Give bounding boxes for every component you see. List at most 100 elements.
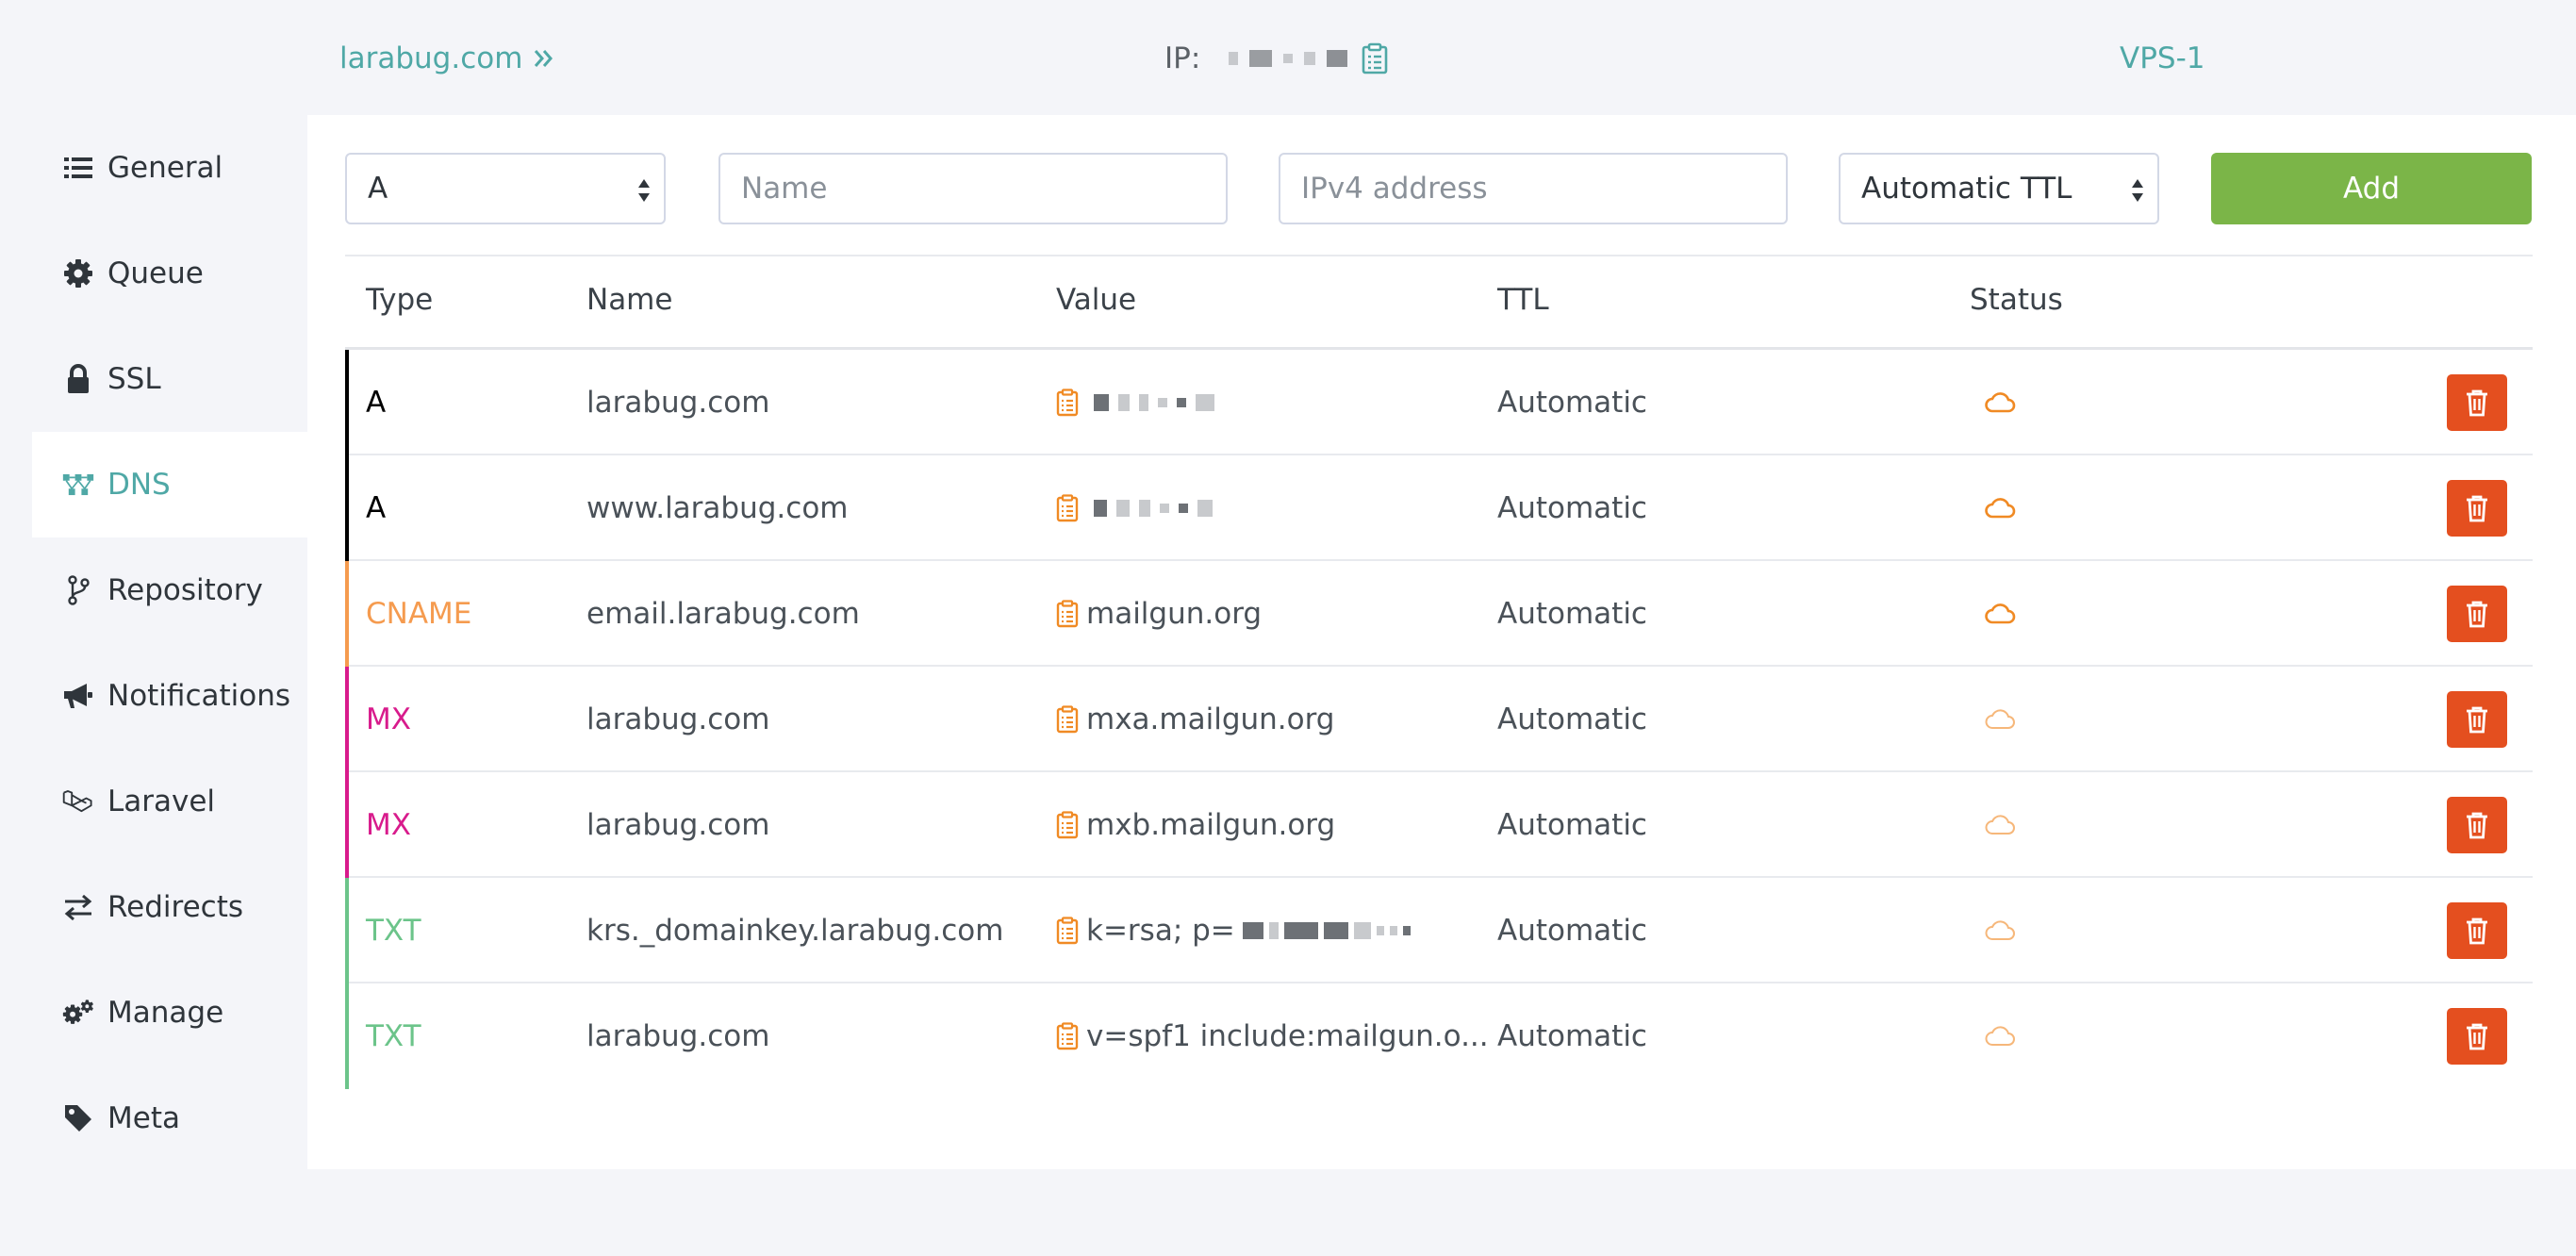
record-name: krs._domainkey.larabug.com <box>586 914 1004 948</box>
sidebar-item-redirects[interactable]: Redirects <box>32 854 307 960</box>
record-value-text: mxb.mailgun.org <box>1086 808 1336 842</box>
ttl-select[interactable]: Automatic TTL <box>1839 153 2159 224</box>
cloud-dns-only-icon[interactable] <box>1984 814 2016 836</box>
record-type-select[interactable]: A <box>345 153 666 224</box>
select-arrows-icon <box>638 179 650 202</box>
sidebar-item-manage[interactable]: Manage <box>32 960 307 1066</box>
record-status[interactable] <box>1984 667 2016 772</box>
delete-record-button[interactable] <box>2447 480 2507 537</box>
delete-cell <box>2447 878 2507 983</box>
delete-cell <box>2447 561 2507 667</box>
record-value-text: v=spf1 include:mailgun.o... <box>1086 1019 1489 1053</box>
record-status[interactable] <box>1984 983 2016 1089</box>
record-type: A <box>366 491 387 525</box>
sidebar-item-notifications[interactable]: Notifications <box>32 643 307 749</box>
delete-record-button[interactable] <box>2447 691 2507 748</box>
copy-clipboard-icon[interactable] <box>1361 42 1389 74</box>
sidebar-item-ssl[interactable]: SSL <box>32 326 307 432</box>
record-type-indicator <box>345 561 349 667</box>
record-value: v=spf1 include:mailgun.o... <box>1056 983 1489 1089</box>
masked-ip-address <box>1229 50 1348 67</box>
double-chevron-right-icon <box>535 50 553 67</box>
copy-clipboard-icon[interactable] <box>1056 705 1079 734</box>
breadcrumb[interactable]: larabug.com <box>339 41 556 75</box>
copy-clipboard-icon[interactable] <box>1056 494 1079 522</box>
copy-clipboard-icon[interactable] <box>1056 811 1079 839</box>
cloud-dns-only-icon[interactable] <box>1984 708 2016 731</box>
copy-clipboard-icon[interactable] <box>1056 600 1079 628</box>
sidebar-item-meta[interactable]: Meta <box>32 1066 307 1171</box>
sidebar-item-queue[interactable]: Queue <box>32 221 307 326</box>
record-type-indicator <box>345 455 349 561</box>
record-ttl: Automatic <box>1497 808 1647 842</box>
sidebar-item-repository[interactable]: Repository <box>32 537 307 643</box>
ttl-select-value: Automatic TTL <box>1861 172 2072 206</box>
record-type: A <box>366 386 387 420</box>
table-row: A larabug.com Automatic <box>345 350 2533 455</box>
delete-cell <box>2447 983 2507 1089</box>
delete-record-button[interactable] <box>2447 902 2507 959</box>
list-icon <box>64 157 92 178</box>
record-type-indicator <box>345 350 349 455</box>
cloud-dns-only-icon[interactable] <box>1984 919 2016 942</box>
record-status[interactable] <box>1984 561 2016 667</box>
record-type-indicator <box>345 772 349 878</box>
delete-cell <box>2447 772 2507 878</box>
sidebar-item-label: Meta <box>107 1101 180 1135</box>
record-type-indicator <box>345 983 349 1089</box>
record-type: TXT <box>366 914 421 948</box>
cloud-dns-only-icon[interactable] <box>1984 1025 2016 1048</box>
record-value <box>1056 350 1214 455</box>
sidebar-item-dns[interactable]: DNS <box>32 432 307 537</box>
delete-record-button[interactable] <box>2447 797 2507 853</box>
record-name: www.larabug.com <box>586 491 849 525</box>
record-value: mxa.mailgun.org <box>1056 667 1335 772</box>
sidebar-item-general[interactable]: General <box>32 115 307 221</box>
sidebar-item-label: Notifications <box>107 679 291 713</box>
record-status[interactable] <box>1984 455 2016 561</box>
name-input-placeholder: Name <box>741 172 828 206</box>
delete-cell <box>2447 667 2507 772</box>
record-value-text: k=rsa; p= <box>1086 914 1235 948</box>
sidebar-item-laravel[interactable]: Laravel <box>32 749 307 854</box>
form-divider <box>345 255 2533 256</box>
trash-icon <box>2467 706 2487 734</box>
ipv4-input-placeholder: IPv4 address <box>1301 172 1488 206</box>
record-name: larabug.com <box>586 808 770 842</box>
record-status[interactable] <box>1984 878 2016 983</box>
record-type-indicator <box>345 667 349 772</box>
select-arrows-icon <box>2132 179 2143 202</box>
column-header-value: Value <box>1056 283 1137 317</box>
copy-clipboard-icon[interactable] <box>1056 917 1079 945</box>
dns-panel: A Name IPv4 address Automatic TTL Add Ty… <box>307 115 2576 1169</box>
cloud-proxied-icon[interactable] <box>1984 603 2016 625</box>
record-status[interactable] <box>1984 772 2016 878</box>
cloud-proxied-icon[interactable] <box>1984 497 2016 520</box>
column-header-name: Name <box>586 283 673 317</box>
delete-record-button[interactable] <box>2447 374 2507 431</box>
cloud-proxied-icon[interactable] <box>1984 391 2016 414</box>
add-record-button[interactable]: Add <box>2211 153 2532 224</box>
record-value-text: mailgun.org <box>1086 597 1263 631</box>
delete-record-button[interactable] <box>2447 586 2507 642</box>
column-header-type: Type <box>366 283 434 317</box>
record-name: larabug.com <box>586 702 770 736</box>
top-bar: larabug.com IP: VPS-1 <box>0 0 2576 115</box>
copy-clipboard-icon[interactable] <box>1056 1022 1079 1050</box>
table-row: MX larabug.com mxa.mailgun.org Automatic <box>345 667 2533 772</box>
masked-value <box>1094 500 1213 517</box>
record-ttl: Automatic <box>1497 914 1647 948</box>
record-type-value: A <box>368 172 388 206</box>
record-type: MX <box>366 702 411 736</box>
breadcrumb-domain[interactable]: larabug.com <box>339 41 522 75</box>
server-name[interactable]: VPS-1 <box>2120 41 2205 75</box>
record-status[interactable] <box>1984 350 2016 455</box>
name-input[interactable]: Name <box>718 153 1228 224</box>
trash-icon <box>2467 1023 2487 1050</box>
trash-icon <box>2467 812 2487 839</box>
ipv4-address-input[interactable]: IPv4 address <box>1279 153 1788 224</box>
copy-clipboard-icon[interactable] <box>1056 388 1079 417</box>
record-value: k=rsa; p= <box>1056 878 1411 983</box>
delete-record-button[interactable] <box>2447 1008 2507 1065</box>
column-header-status: Status <box>1970 283 2063 317</box>
